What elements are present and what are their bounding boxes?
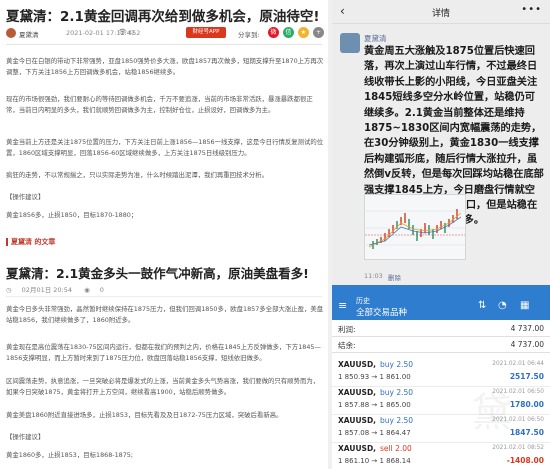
- author-name[interactable]: 夏黛清: [19, 29, 39, 39]
- trade-datetime: 2021.02.01 08:52: [492, 445, 544, 451]
- trade-side: buy 2.50: [380, 360, 414, 369]
- article1-paragraph: 【操作建议】: [6, 193, 45, 201]
- author-articles-header: 夏黛清 的文章: [6, 237, 55, 247]
- hamburger-menu-icon[interactable]: ≡: [338, 300, 347, 311]
- poster-avatar[interactable]: [340, 33, 360, 53]
- divider: [332, 352, 550, 353]
- trade-row[interactable]: XAUUSD, buy 2.50 2021.02.01 06:50 1 857.88 …: [332, 385, 550, 415]
- trade-prices: 1 857.08 → 1 864.47: [338, 429, 411, 437]
- summary-row: 结余: 4 737.00: [332, 338, 550, 352]
- divider: [6, 44, 322, 45]
- trading-history-panel: ≡ 历史 全部交易品种 ⇅ ◔ ▦ 利润: 4 737.00 结余: 4 737…: [332, 285, 550, 469]
- articles-panel: 夏黛清：2.1黄金回调再次给到做多机会，原油待空! 夏黛清 2021-02-01…: [0, 0, 328, 469]
- summary-value: 4 737.00: [510, 324, 544, 333]
- weibo-share-icon[interactable]: 微: [268, 27, 279, 38]
- share-label: 分享到:: [238, 31, 260, 39]
- calendar-icon[interactable]: ▦: [520, 300, 529, 311]
- watermark: 黛: [472, 390, 512, 436]
- trade-row[interactable]: XAUUSD, buy 2.50 2021.02.01 06:50 1 857.08 …: [332, 413, 550, 443]
- summary-label: 结余:: [338, 341, 356, 350]
- article2-paragraph: 黄金1860多，止损1853，目标1868-1875;: [6, 451, 134, 459]
- history-label: 历史: [356, 297, 370, 305]
- article1-paragraph: 黄金今日在白银的带动下非常强势，亚盘1850强势价多大涨，欧盘1857再次做多，…: [6, 57, 324, 76]
- history-header: ≡ 历史 全部交易品种 ⇅ ◔ ▦: [332, 294, 550, 320]
- trade-profit: -1408.00: [506, 456, 544, 465]
- price-chart-thumbnail[interactable]: [364, 194, 466, 260]
- chart-image: [365, 195, 465, 259]
- article1-paragraph: 疯狂的走势，不以常规揣之，只以实际走势为准，什么时候踏出泥潭，我们再重回技术分析…: [6, 171, 269, 179]
- trade-row[interactable]: XAUUSD, buy 2.50 2021.02.01 06:44 1 850.93 …: [332, 357, 550, 387]
- post-time: 11:03: [364, 272, 383, 280]
- article2-paragraph: 黄金现在是高位震荡在1830-75区间内运行，但都在我们的预判之内，价格在184…: [6, 343, 321, 362]
- trade-side: buy 2.50: [380, 416, 414, 425]
- article1-meta: 夏黛清 2021-02-01 17:12:47 👁 452 财经号APP 分享到…: [6, 26, 324, 44]
- trade-symbol: XAUUSD,: [338, 444, 377, 453]
- article1-paragraph: 黄金当前上方还是关注1875位置的压力，下方关注日前上涨1856—1856一线支…: [6, 138, 324, 157]
- more-dots-icon[interactable]: •••: [521, 4, 542, 15]
- trade-symbol: XAUUSD,: [338, 416, 377, 425]
- wechat-share-icon[interactable]: 信: [283, 27, 294, 38]
- trade-prices: 1 850.93 → 1 861.00: [338, 373, 411, 381]
- detail-panel: ‹ 详情 ••• 夏黛清 黄金周五大涨触及1875位置后快速回落，再次上演过山车…: [332, 0, 550, 285]
- article1-paragraph: 黄金1856多，止损1850，目标1870-1880；: [6, 211, 138, 219]
- trade-prices: 1 861.10 → 1 868.14: [338, 457, 411, 465]
- divider: [332, 336, 550, 337]
- accent-bar: [6, 238, 8, 246]
- view-count: 452: [128, 29, 141, 37]
- qzone-share-icon[interactable]: ★: [298, 27, 309, 38]
- eye-icon: ◉: [84, 286, 90, 294]
- article2-meta: ◷ 02月01日 20:54 ◉ 0: [6, 284, 114, 294]
- finance-app-button[interactable]: 财经号APP: [186, 27, 226, 38]
- trade-symbol: XAUUSD,: [338, 388, 377, 397]
- filter-icon[interactable]: ◔: [498, 300, 507, 311]
- author-avatar[interactable]: [6, 28, 16, 38]
- eye-icon: 👁: [118, 28, 127, 36]
- detail-header: ‹ 详情 •••: [332, 0, 550, 24]
- divider: [6, 296, 322, 297]
- trade-profit: 2517.50: [509, 372, 544, 381]
- article1-title[interactable]: 夏黛清：2.1黄金回调再次给到做多机会，原油待空!: [6, 5, 320, 25]
- more-share-icon[interactable]: +: [313, 27, 324, 38]
- article1-paragraph: 现在的市场很强劲，我们要耐心的等待回调做多机会，千万不要追涨，当前的市场非常活跃…: [6, 95, 313, 114]
- symbol-filter[interactable]: 全部交易品种: [356, 306, 407, 318]
- delete-link[interactable]: 删除: [388, 272, 401, 282]
- article2-paragraph: 区间震荡走势，执意追涨，一旦突破必将是爆发式的上涨，当前黄金多头气势高涨，我们要…: [6, 377, 320, 396]
- section-header-label: 夏黛清 的文章: [11, 238, 56, 246]
- article2-paragraph: 黄金今日多头非常强劲，晶然暂时继续保持在1875压力，但我们回调1850多，欧盘…: [6, 305, 324, 324]
- sort-icon[interactable]: ⇅: [478, 300, 486, 311]
- summary-label: 利润:: [338, 325, 356, 334]
- trade-side: sell 2.00: [380, 444, 412, 453]
- detail-title: 详情: [431, 9, 450, 19]
- trade-row[interactable]: XAUUSD, sell 2.00 2021.02.01 08:52 1 861.10…: [332, 441, 550, 469]
- view-count: 0: [99, 286, 104, 294]
- status-bar: [332, 285, 550, 294]
- clock-icon: ◷: [6, 286, 12, 294]
- trade-symbol: XAUUSD,: [338, 360, 377, 369]
- poster-name[interactable]: 夏黛清: [364, 33, 387, 44]
- trade-datetime: 2021.02.01 06:44: [492, 361, 544, 367]
- summary-row: 利润: 4 737.00: [332, 322, 550, 336]
- article2-paragraph: 【操作建议】: [6, 433, 45, 441]
- trade-profit: 1847.50: [509, 428, 544, 437]
- trade-prices: 1 857.88 → 1 865.00: [338, 401, 411, 409]
- publish-date: 02月01日 20:54: [21, 286, 73, 294]
- trade-side: buy 2.50: [380, 388, 414, 397]
- article2-paragraph: 黄金美盘1860附近直接进场多，止损1853，目标先看及及日1872-75压力区…: [6, 411, 283, 419]
- article2-title[interactable]: 夏黛清：2.1黄金多头一鼓作气冲新高，原油美盘看多!: [6, 263, 309, 282]
- summary-value: 4 737.00: [510, 340, 544, 349]
- trade-profit: 1780.00: [509, 400, 544, 409]
